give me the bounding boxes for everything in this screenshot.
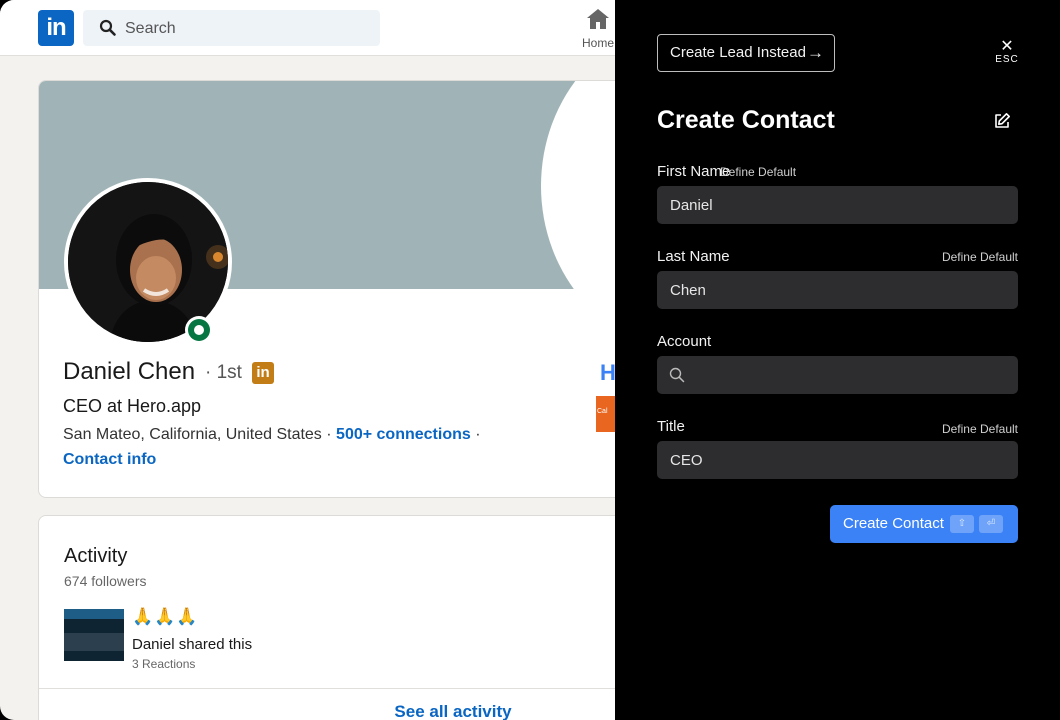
- separator-dot: ·: [326, 426, 337, 443]
- post-reactions[interactable]: 3 Reactions: [132, 657, 195, 671]
- create-contact-button[interactable]: Create Contact ⇧ ⏎: [830, 505, 1018, 543]
- profile-location: San Mateo, California, United States: [63, 426, 322, 443]
- title-field[interactable]: [657, 441, 1018, 479]
- connections-link[interactable]: 500+ connections: [336, 426, 471, 443]
- company-logo[interactable]: H: [600, 362, 615, 384]
- last-name-define-default[interactable]: Define Default: [942, 250, 1018, 264]
- online-status-icon: [185, 316, 213, 344]
- account-label: Account: [657, 333, 712, 350]
- profile-name: Daniel Chen: [63, 358, 196, 385]
- last-name-field[interactable]: [657, 271, 1018, 309]
- account-search-field[interactable]: [657, 356, 1018, 394]
- esc-label: ESC: [995, 54, 1019, 65]
- linkedin-logo[interactable]: in: [38, 10, 74, 46]
- profile-location-row: San Mateo, California, United States · 5…: [63, 426, 481, 444]
- first-name-define-default[interactable]: Define Default: [720, 165, 796, 179]
- arrow-right-icon: →: [807, 43, 824, 62]
- edit-icon[interactable]: [993, 112, 1011, 130]
- post-text[interactable]: Daniel shared this: [132, 636, 252, 653]
- title-label: Title: [657, 418, 685, 435]
- education-logo[interactable]: Cal: [596, 396, 615, 432]
- search-placeholder: Search: [125, 20, 176, 37]
- post-thumbnail[interactable]: [64, 609, 124, 661]
- search-bar[interactable]: Search: [83, 10, 380, 46]
- home-icon: [587, 9, 609, 29]
- create-contact-panel: Create Lead Instead → ✕ ESC Create Conta…: [615, 0, 1060, 720]
- cover-arc: [541, 81, 615, 289]
- enter-key-icon: ⏎: [979, 515, 1003, 533]
- nav-home[interactable]: Home: [576, 8, 615, 50]
- linkedin-page: in Search Home Daniel Chen · 1st in CEO …: [0, 0, 615, 720]
- close-icon: ✕: [1000, 38, 1014, 55]
- profile-headline: CEO at Hero.app: [63, 396, 202, 416]
- linkedin-topbar: in Search Home: [0, 0, 615, 56]
- connection-degree: · 1st: [205, 362, 242, 383]
- see-all-activity-link[interactable]: See all activity: [39, 702, 615, 720]
- divider: [39, 688, 615, 689]
- activity-card: Activity 674 followers 🙏🙏🙏 Daniel shared…: [38, 515, 615, 720]
- create-lead-instead-button[interactable]: Create Lead Instead →: [657, 34, 835, 72]
- separator-dot: ·: [475, 426, 481, 443]
- search-icon: [669, 367, 685, 383]
- panel-title: Create Contact: [657, 106, 835, 134]
- contact-info-link[interactable]: Contact info: [63, 451, 156, 469]
- search-icon: [99, 19, 116, 36]
- create-lead-label: Create Lead Instead: [670, 44, 806, 61]
- post-emoji: 🙏🙏🙏: [132, 607, 199, 626]
- activity-title: Activity: [64, 545, 128, 567]
- create-contact-label: Create Contact: [843, 515, 944, 532]
- nav-home-label: Home: [581, 36, 614, 50]
- shift-key-icon: ⇧: [950, 515, 974, 533]
- close-button[interactable]: ✕ ESC: [993, 38, 1021, 66]
- last-name-label: Last Name: [657, 248, 730, 265]
- followers-count: 674 followers: [64, 573, 147, 589]
- first-name-field[interactable]: [657, 186, 1018, 224]
- linkedin-premium-badge: in: [252, 362, 274, 384]
- title-define-default[interactable]: Define Default: [942, 422, 1018, 436]
